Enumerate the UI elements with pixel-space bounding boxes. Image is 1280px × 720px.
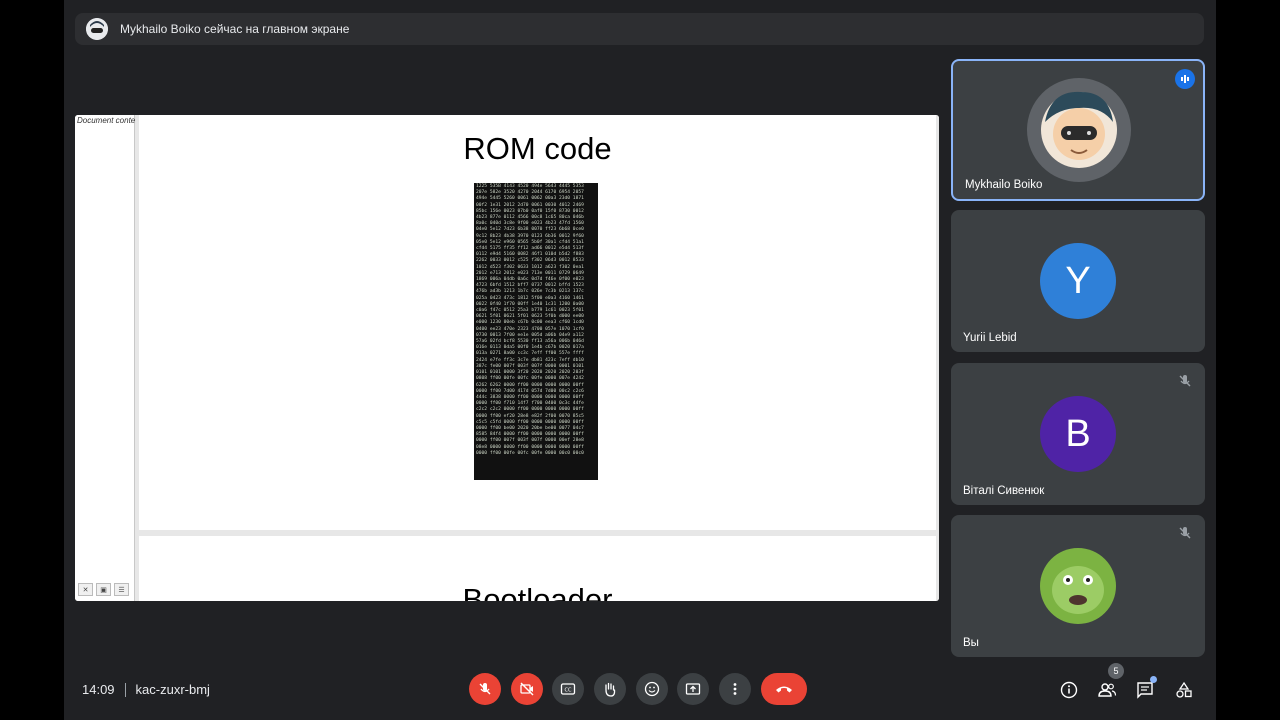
more-options-button[interactable] xyxy=(719,673,751,705)
close-outline-icon[interactable]: ✕ xyxy=(78,583,93,596)
mic-off-icon xyxy=(479,683,491,695)
reactions-button[interactable] xyxy=(636,673,668,705)
people-icon xyxy=(1098,683,1117,697)
emoji-icon xyxy=(644,681,660,697)
captions-button[interactable]: CC xyxy=(552,673,584,705)
leave-call-button[interactable] xyxy=(761,673,807,705)
info-icon xyxy=(1060,681,1078,699)
participant-name: Yurii Lebid xyxy=(963,332,1017,344)
meeting-details-button[interactable] xyxy=(1057,678,1081,702)
raise-hand-button[interactable] xyxy=(594,673,626,705)
slide-title: ROM code xyxy=(463,131,612,166)
presenter-avatar-icon xyxy=(86,18,108,40)
participant-name: Вы xyxy=(963,637,979,649)
slide-bootloader: Bootloader xyxy=(139,536,936,601)
slide-title: Bootloader xyxy=(462,582,613,601)
slide-area: ROM code 1225 535B 4143 4520 494e 5643 4… xyxy=(135,115,939,601)
participant-avatar xyxy=(1027,78,1131,182)
slide-rom-code: ROM code 1225 535B 4143 4520 494e 5643 4… xyxy=(139,115,936,530)
outline-label: Document conte xyxy=(77,116,136,125)
participant-name: Віталі Сивенюк xyxy=(963,485,1045,497)
mic-off-icon xyxy=(1179,527,1191,539)
meeting-info: 14:09 kac-zuxr-bmj xyxy=(82,682,210,697)
activities-button[interactable] xyxy=(1172,678,1196,702)
mic-toggle-button[interactable] xyxy=(469,673,501,705)
participant-avatar: Y xyxy=(1040,243,1116,319)
activities-icon xyxy=(1176,681,1192,698)
banner-text: Mykhailo Boiko сейчас на главном экране xyxy=(120,22,350,36)
more-vert-icon xyxy=(733,683,737,695)
mic-off-icon xyxy=(1179,375,1191,387)
monster-avatar-icon xyxy=(1040,548,1116,624)
speaking-indicator-icon xyxy=(1175,69,1195,89)
hex-dump-image: 1225 535B 4143 4520 494e 5643 4445 5353 … xyxy=(474,183,598,480)
people-count-badge: 5 xyxy=(1108,663,1124,679)
slides-view-icon[interactable]: ▣ xyxy=(96,583,111,596)
gamer-avatar-icon xyxy=(1041,91,1117,168)
outline-toolbar: ✕ ▣ ☰ xyxy=(78,583,129,596)
meeting-time: 14:09 xyxy=(82,682,115,697)
chat-icon xyxy=(1137,682,1153,699)
participant-tile[interactable]: B Віталі Сивенюк xyxy=(951,363,1205,505)
present-icon xyxy=(685,683,701,695)
people-button[interactable] xyxy=(1095,678,1119,702)
svg-text:CC: CC xyxy=(565,688,572,694)
camera-toggle-button[interactable] xyxy=(511,673,543,705)
outline-view-icon[interactable]: ☰ xyxy=(114,583,129,596)
meeting-code: kac-zuxr-bmj xyxy=(135,682,210,697)
participant-avatar xyxy=(1040,548,1116,624)
presenting-banner: Mykhailo Boiko сейчас на главном экране xyxy=(75,13,1204,45)
participant-avatar: B xyxy=(1040,396,1116,472)
camera-off-icon xyxy=(520,682,534,696)
screen-share: Document conte ✕ ▣ ☰ ROM code 1225 535B … xyxy=(75,115,939,601)
hand-icon xyxy=(605,682,616,697)
chat-notification-dot xyxy=(1150,676,1157,683)
participant-tile[interactable]: Y Yurii Lebid xyxy=(951,210,1205,352)
hang-up-icon xyxy=(776,686,792,693)
present-screen-button[interactable] xyxy=(677,673,709,705)
participant-tile[interactable]: Вы xyxy=(951,515,1205,657)
participant-tile[interactable]: Mykhailo Boiko xyxy=(951,59,1205,201)
captions-icon: CC xyxy=(560,683,576,695)
participant-name: Mykhailo Boiko xyxy=(965,179,1043,191)
outline-panel: Document conte ✕ ▣ ☰ xyxy=(75,115,135,601)
divider xyxy=(124,682,126,697)
